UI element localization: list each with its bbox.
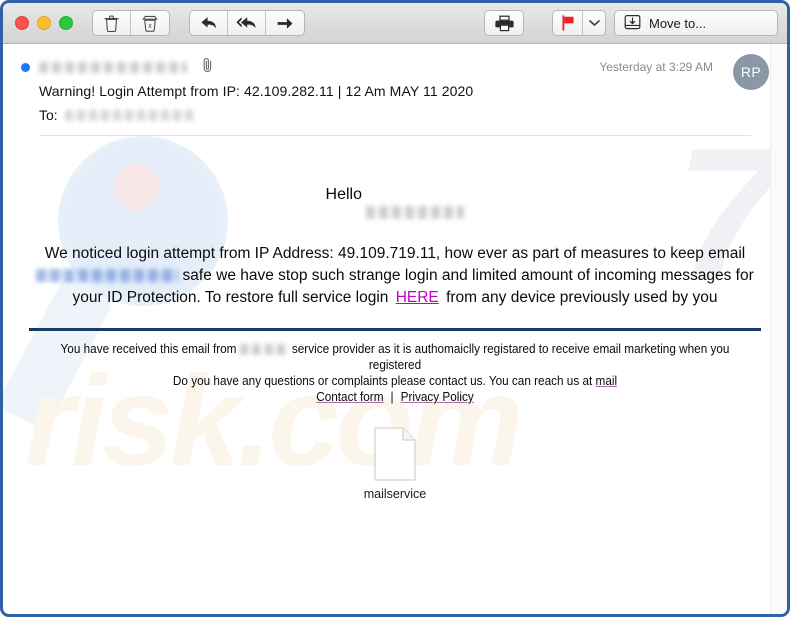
paperclip-icon bbox=[201, 57, 214, 78]
body-paragraph-part3: from any device previously used by you bbox=[446, 289, 718, 306]
here-phishing-link[interactable]: HERE bbox=[393, 289, 442, 306]
reply-button[interactable] bbox=[190, 11, 228, 35]
greeting-text: Hello bbox=[325, 186, 362, 204]
body-footer-divider bbox=[29, 328, 761, 331]
minimize-window-button[interactable] bbox=[37, 16, 51, 30]
inline-email-redacted bbox=[36, 269, 179, 283]
footer-provider-redacted bbox=[239, 344, 289, 356]
attachment-filename: mailservice bbox=[363, 487, 427, 501]
greeting-line: Hello bbox=[21, 171, 769, 219]
red-flag-icon bbox=[561, 15, 575, 31]
traffic-light-controls bbox=[15, 16, 73, 30]
recipient-redacted bbox=[64, 109, 193, 121]
window-toolbar: x Move to... bbox=[3, 3, 787, 44]
body-paragraph-part1: We noticed login attempt from IP Address… bbox=[44, 245, 746, 262]
move-to-label: Move to... bbox=[649, 15, 707, 31]
message-date: Yesterday at 3:29 AM bbox=[599, 60, 713, 74]
forward-button[interactable] bbox=[266, 11, 304, 35]
printer-icon bbox=[494, 15, 514, 32]
sender-name-redacted bbox=[39, 61, 187, 73]
mail-link[interactable]: mail bbox=[596, 374, 618, 388]
greeting-name-redacted bbox=[366, 206, 465, 219]
delete-button[interactable] bbox=[93, 11, 131, 35]
blank-document-icon bbox=[374, 427, 416, 481]
junk-trash-icon: x bbox=[142, 15, 158, 32]
move-to-tray-icon bbox=[624, 14, 641, 33]
attachment-block[interactable]: mailservice bbox=[21, 427, 769, 501]
avatar: RP bbox=[733, 54, 769, 90]
reply-forward-button-group bbox=[190, 11, 304, 35]
body-paragraph: We noticed login attempt from IP Address… bbox=[21, 243, 769, 309]
print-button-group bbox=[485, 11, 523, 35]
trash-icon bbox=[104, 15, 119, 32]
svg-text:x: x bbox=[148, 23, 152, 30]
footer-line2-text: Do you have any questions or complaints … bbox=[172, 374, 593, 388]
delete-junk-button-group: x bbox=[93, 11, 169, 35]
message-body: 7 risk.com Hello We noticed login attemp… bbox=[3, 136, 787, 501]
message-subject: Warning! Login Attempt from IP: 42.109.2… bbox=[39, 83, 474, 99]
junk-button[interactable]: x bbox=[131, 11, 169, 35]
reply-all-arrow-icon bbox=[235, 15, 258, 31]
flag-button-group bbox=[553, 11, 605, 35]
footer-line1-part1: You have received this email from bbox=[60, 342, 237, 356]
print-button[interactable] bbox=[485, 11, 523, 35]
reply-arrow-icon bbox=[200, 15, 218, 31]
reply-all-button[interactable] bbox=[228, 11, 266, 35]
recipient-row: To: bbox=[39, 107, 769, 123]
contact-form-link[interactable]: Contact form bbox=[316, 390, 383, 404]
to-label: To: bbox=[39, 107, 58, 123]
flag-button[interactable] bbox=[553, 11, 583, 35]
unread-indicator-dot[interactable] bbox=[21, 62, 30, 72]
message-footer: You have received this email from servic… bbox=[43, 341, 746, 405]
chevron-down-icon bbox=[588, 19, 600, 27]
footer-line-2: Do you have any questions or complaints … bbox=[43, 373, 746, 389]
message-content: Hello We noticed login attempt from IP A… bbox=[21, 171, 769, 501]
message-header: Warning! Login Attempt from IP: 42.109.2… bbox=[3, 44, 787, 136]
mail-viewer-window: x Move to... Warning! Login Attempt from… bbox=[0, 0, 790, 617]
toolbar-right-group: Move to... bbox=[465, 11, 777, 35]
flag-dropdown-button[interactable] bbox=[583, 11, 605, 35]
privacy-policy-link[interactable]: Privacy Policy bbox=[401, 390, 474, 404]
footer-link-separator: | bbox=[390, 390, 394, 404]
forward-arrow-icon bbox=[276, 16, 294, 31]
zoom-window-button[interactable] bbox=[59, 16, 73, 30]
move-to-button[interactable]: Move to... bbox=[615, 11, 777, 35]
close-window-button[interactable] bbox=[15, 16, 29, 30]
footer-line-1: You have received this email from servic… bbox=[43, 341, 746, 373]
footer-line-3: Contact form | Privacy Policy bbox=[43, 389, 746, 405]
footer-line1-part2: service provider as it is authomaiclly r… bbox=[291, 342, 730, 372]
vertical-scrollbar[interactable] bbox=[770, 44, 787, 614]
